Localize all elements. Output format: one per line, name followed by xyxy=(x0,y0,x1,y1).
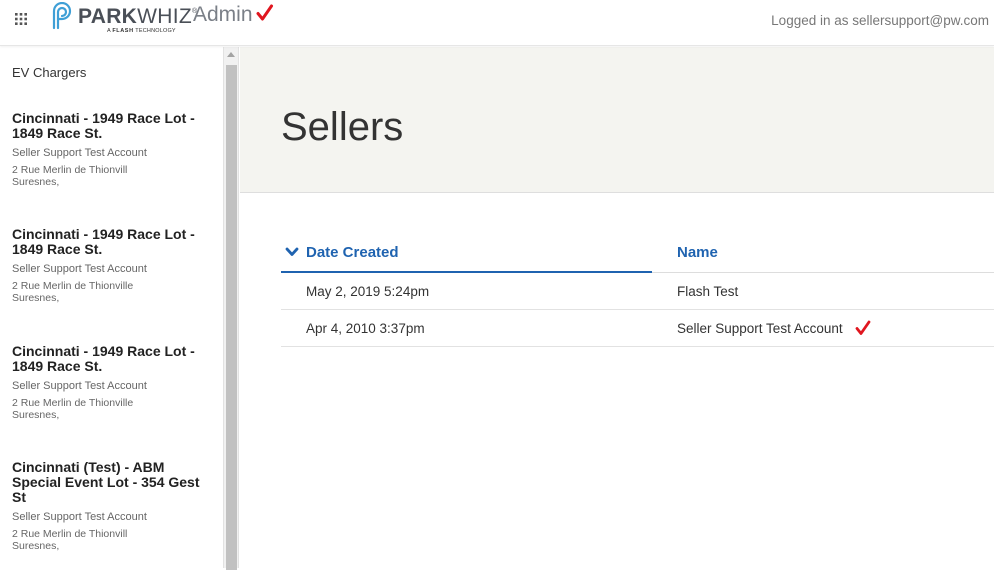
brand-whiz: WHIZ xyxy=(137,5,193,28)
lot-name: Cincinnati - 1949 Race Lot - 1849 Race S… xyxy=(12,226,195,257)
sidebar-lot-item[interactable]: Cincinnati - 1949 Race Lot - 1849 Race S… xyxy=(12,344,212,421)
column-header-name[interactable]: Name xyxy=(677,244,718,261)
admin-label: Admin xyxy=(193,3,253,26)
apps-grid-icon[interactable] xyxy=(14,12,28,26)
scrollbar-thumb[interactable] xyxy=(226,65,237,570)
page-banner: Sellers xyxy=(240,47,994,193)
scroll-up-arrow-icon[interactable] xyxy=(227,52,235,57)
lot-address-line2: Suresnes, xyxy=(12,291,60,304)
cell-date-created: Apr 4, 2010 3:37pm xyxy=(306,321,425,336)
lot-address-line1: 2 Rue Merlin de Thionvill xyxy=(12,164,128,176)
checkmark-icon xyxy=(855,320,871,335)
tagline-suffix: TECHNOLOGY xyxy=(135,28,176,34)
top-bar: PARKWHIZ® A FLASH TECHNOLOGY Admin Logge… xyxy=(0,0,994,46)
lot-account: Seller Support Test Account xyxy=(12,380,147,392)
sellers-table: Date Created Name May 2, 2019 5:24pm Fla… xyxy=(281,236,994,347)
page-title: Sellers xyxy=(281,105,404,149)
lot-address: 2 Rue Merlin de Thionville Suresnes, xyxy=(12,280,212,304)
chevron-down-icon xyxy=(285,247,299,256)
sidebar-heading[interactable]: EV Chargers xyxy=(12,65,86,80)
lot-address-line1: 2 Rue Merlin de Thionville xyxy=(12,280,134,292)
lot-name: Cincinnati - 1949 Race Lot - 1849 Race S… xyxy=(12,110,195,141)
lot-name: Cincinnati - 1949 Race Lot - 1849 Race S… xyxy=(12,343,195,374)
cell-name: Seller Support Test Account xyxy=(677,321,843,336)
brand-park: PARK xyxy=(78,5,138,28)
tagline-prefix: A xyxy=(107,28,111,34)
column-header-date-created[interactable]: Date Created xyxy=(281,244,652,273)
tagline-flash: FLASH xyxy=(112,28,134,34)
table-header-row: Date Created Name xyxy=(281,236,994,273)
table-row[interactable]: May 2, 2019 5:24pm Flash Test xyxy=(281,273,994,310)
lot-address-line2: Suresnes, xyxy=(12,539,60,552)
lot-name: Cincinnati (Test) - ABM Special Event Lo… xyxy=(12,459,200,505)
lot-address-line2: Suresnes, xyxy=(12,175,60,188)
lot-account: Seller Support Test Account xyxy=(12,511,147,523)
sidebar: EV Chargers Cincinnati - 1949 Race Lot -… xyxy=(5,47,223,568)
checkmark-icon xyxy=(256,4,273,21)
lot-address: 2 Rue Merlin de Thionvill Suresnes, xyxy=(12,164,212,188)
cell-date-created: May 2, 2019 5:24pm xyxy=(306,284,430,299)
cell-name: Flash Test xyxy=(677,284,739,299)
brand-tagline: A FLASH TECHNOLOGY xyxy=(107,28,176,34)
sidebar-lot-item[interactable]: Cincinnati (Test) - ABM Special Event Lo… xyxy=(12,460,212,552)
lot-address-line2: Suresnes, xyxy=(12,408,60,421)
sidebar-lot-item[interactable]: Cincinnati - 1949 Race Lot - 1849 Race S… xyxy=(12,111,212,188)
lot-account: Seller Support Test Account xyxy=(12,147,147,159)
lot-address: 2 Rue Merlin de Thionvill Suresnes, xyxy=(12,528,212,552)
lot-address: 2 Rue Merlin de Thionville Suresnes, xyxy=(12,397,212,421)
brand-wordmark[interactable]: PARKWHIZ® xyxy=(78,5,197,29)
logged-in-status: Logged in as sellersupport@pw.com xyxy=(771,13,989,28)
lot-address-line1: 2 Rue Merlin de Thionvill xyxy=(12,528,128,540)
table-row[interactable]: Apr 4, 2010 3:37pm Seller Support Test A… xyxy=(281,310,994,347)
column-header-label: Date Created xyxy=(306,244,399,261)
parkwhiz-logo-icon[interactable] xyxy=(48,2,76,30)
lot-address-line1: 2 Rue Merlin de Thionville xyxy=(12,397,134,409)
sidebar-scrollbar[interactable] xyxy=(223,47,239,570)
sidebar-lot-item[interactable]: Cincinnati - 1949 Race Lot - 1849 Race S… xyxy=(12,227,212,304)
lot-account: Seller Support Test Account xyxy=(12,263,147,275)
